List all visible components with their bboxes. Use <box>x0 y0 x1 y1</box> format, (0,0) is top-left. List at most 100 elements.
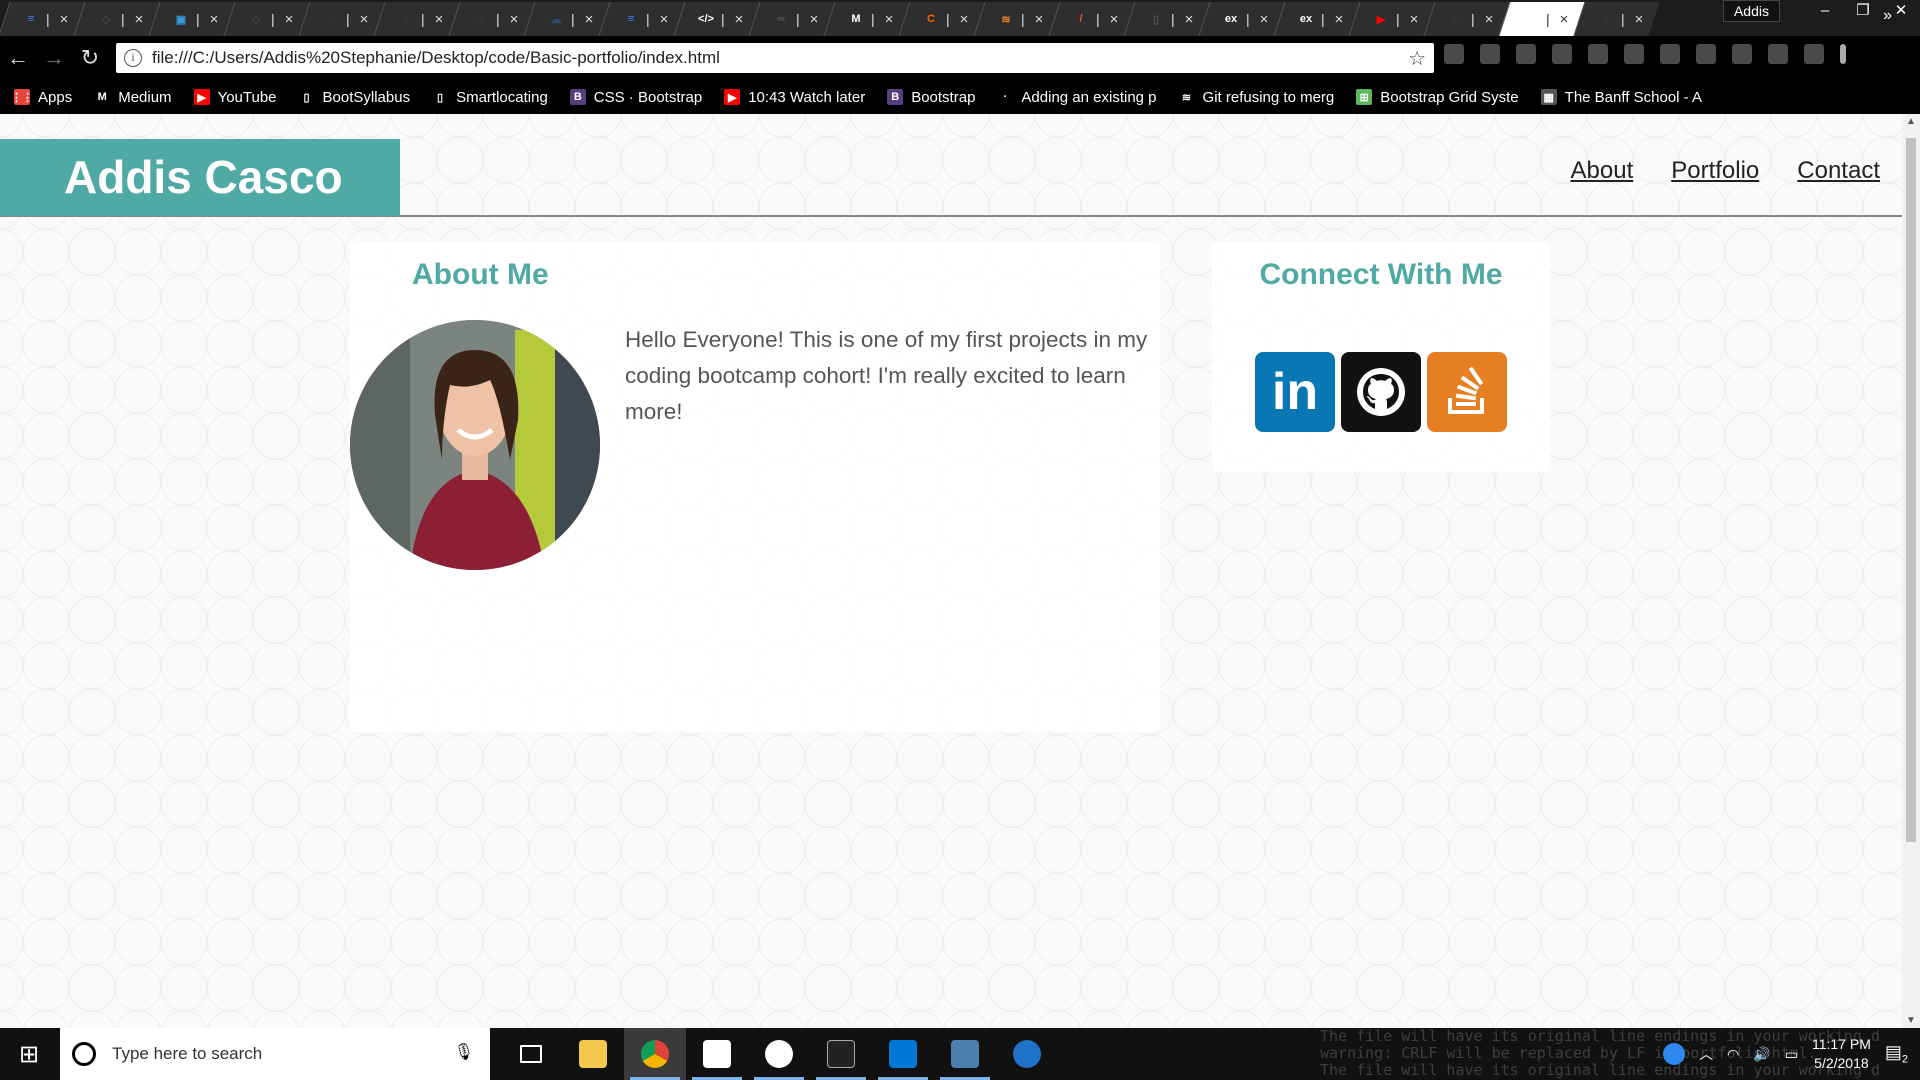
pocket-icon[interactable] <box>1444 44 1464 64</box>
windows-start-icon[interactable]: ⊞ <box>0 1040 58 1069</box>
info-icon[interactable]: i <box>124 49 142 67</box>
tab-close-icon[interactable]: × <box>660 11 669 28</box>
browser-tab[interactable]: ex | × <box>1200 2 1275 36</box>
nav-contact-link[interactable]: Contact <box>1797 157 1880 185</box>
microphone-icon[interactable]: 🎙 <box>454 1042 474 1062</box>
extension-icon[interactable] <box>1624 44 1644 64</box>
browser-tab[interactable]: ∞ | × <box>750 2 825 36</box>
browser-tab[interactable]: M | × <box>825 2 900 36</box>
tab-close-icon[interactable]: × <box>60 11 69 28</box>
tab-close-icon[interactable]: × <box>1335 11 1344 28</box>
browser-tab[interactable]: ◇ | × <box>75 2 150 36</box>
clock[interactable]: 11:17 PM 5/2/2018 <box>1812 1035 1871 1073</box>
bookmark-item[interactable]: M Medium <box>94 89 172 106</box>
nav-portfolio-link[interactable]: Portfolio <box>1671 157 1759 185</box>
chrome-button[interactable] <box>624 1028 686 1080</box>
scroll-down-icon[interactable]: ▼ <box>1906 1015 1916 1026</box>
bookmark-item[interactable]: ⊞ Bootstrap Grid Syste <box>1356 89 1519 106</box>
tab-close-icon[interactable]: × <box>1035 11 1044 28</box>
bookmark-star-icon[interactable]: ☆ <box>1408 46 1426 71</box>
bookmark-item[interactable]: ▶ YouTube <box>193 89 277 106</box>
browser-tab[interactable]: ▣ | × <box>150 2 225 36</box>
reload-icon[interactable]: ↻ <box>72 45 108 71</box>
task-view-button[interactable] <box>500 1028 562 1080</box>
notifications-icon[interactable]: ▤2 <box>1885 1042 1908 1066</box>
browser-tab[interactable]: ● | × <box>300 2 375 36</box>
tab-close-icon[interactable]: × <box>1410 11 1419 28</box>
forward-icon[interactable]: → <box>36 45 72 71</box>
address-bar[interactable]: i file:///C:/Users/Addis%20Stephanie/Des… <box>116 43 1434 73</box>
tab-close-icon[interactable]: × <box>810 11 819 28</box>
tab-close-icon[interactable]: × <box>960 11 969 28</box>
tab-close-icon[interactable]: × <box>210 11 219 28</box>
url-text[interactable]: file:///C:/Users/Addis%20Stephanie/Deskt… <box>152 48 720 68</box>
vscode-button[interactable] <box>872 1028 934 1080</box>
browser-tab[interactable]: ● | × <box>1575 2 1650 36</box>
page-scrollbar[interactable]: ▲ ▼ <box>1902 114 1920 1028</box>
tab-close-icon[interactable]: × <box>585 11 594 28</box>
bookmark-item[interactable]: ⋮⋮ Apps <box>11 89 72 106</box>
bookmark-item[interactable]: ≋ Git refusing to merg <box>1178 89 1334 106</box>
tab-close-icon[interactable]: × <box>435 11 444 28</box>
restore-icon[interactable]: ❐ <box>1844 0 1882 24</box>
extension-icon[interactable] <box>1516 44 1536 64</box>
bookmark-item[interactable]: B CSS · Bootstrap <box>569 89 702 106</box>
tab-close-icon[interactable]: × <box>1260 11 1269 28</box>
browser-tab[interactable]: </> | × <box>675 2 750 36</box>
scrollbar-thumb[interactable] <box>1906 138 1916 842</box>
tab-close-icon[interactable]: × <box>885 11 894 28</box>
extension-icon[interactable] <box>1732 44 1752 64</box>
browser-tab[interactable]: / | × <box>1050 2 1125 36</box>
tab-close-icon[interactable]: × <box>1185 11 1194 28</box>
extension-icon[interactable] <box>1696 44 1716 64</box>
tab-close-icon[interactable]: × <box>735 11 744 28</box>
wifi-icon[interactable]: ◠ <box>1727 1046 1739 1063</box>
tab-close-icon[interactable]: × <box>135 11 144 28</box>
extension-icon[interactable] <box>1480 44 1500 64</box>
extension-icon[interactable] <box>1768 44 1788 64</box>
browser-tab[interactable]: ● | × <box>1425 2 1500 36</box>
tab-close-icon[interactable]: × <box>1635 11 1644 28</box>
bookmark-item[interactable]: ▦ The Banff School - A <box>1540 89 1702 106</box>
nav-about-link[interactable]: About <box>1571 157 1634 185</box>
browser-tab[interactable]: ≡ | × <box>0 2 75 36</box>
chevron-up-icon[interactable]: ︿ <box>1699 1044 1713 1064</box>
mysql-workbench-button[interactable] <box>934 1028 996 1080</box>
tab-close-icon[interactable]: × <box>1110 11 1119 28</box>
volume-icon[interactable]: 🔊 <box>1753 1046 1770 1063</box>
browser-tab[interactable]: ▯ | × <box>1500 2 1575 36</box>
browser-tab[interactable]: ● | × <box>375 2 450 36</box>
linkedin-link[interactable]: in <box>1255 352 1335 432</box>
tab-close-icon[interactable]: × <box>285 11 294 28</box>
battery-icon[interactable]: ▭ <box>1785 1046 1798 1063</box>
close-icon[interactable]: ✕ <box>1882 0 1920 24</box>
browser-tab[interactable]: ☁ | × <box>525 2 600 36</box>
terminal-button[interactable] <box>810 1028 872 1080</box>
stackoverflow-link[interactable] <box>1427 352 1507 432</box>
browser-tab[interactable]: ≋ | × <box>975 2 1050 36</box>
tab-close-icon[interactable]: × <box>360 11 369 28</box>
tab-close-icon[interactable]: × <box>1560 11 1569 28</box>
bookmark-item[interactable]: · Adding an existing p <box>997 89 1157 106</box>
bookmark-item[interactable]: B Bootstrap <box>887 89 975 106</box>
extension-icon[interactable] <box>1804 44 1824 64</box>
minimize-icon[interactable]: – <box>1806 0 1844 24</box>
browser-tab[interactable]: ▶ | × <box>1350 2 1425 36</box>
github-link[interactable] <box>1341 352 1421 432</box>
bookmark-item[interactable]: ▶ 10:43 Watch later <box>724 89 865 106</box>
browser-tab[interactable]: ▯ | × <box>1125 2 1200 36</box>
browser-tab[interactable]: ≡ | × <box>600 2 675 36</box>
browser-tab[interactable]: ● | × <box>450 2 525 36</box>
help-icon[interactable] <box>1663 1043 1686 1065</box>
extension-icon[interactable] <box>1660 44 1680 64</box>
bookmark-item[interactable]: ▯ BootSyllabus <box>298 89 410 106</box>
browser-tab[interactable]: ◇ | × <box>225 2 300 36</box>
slack-button[interactable] <box>748 1028 810 1080</box>
tab-close-icon[interactable]: × <box>1485 11 1494 28</box>
sticky-notes-button[interactable] <box>686 1028 748 1080</box>
tab-close-icon[interactable]: × <box>510 11 519 28</box>
browser-tab[interactable]: C | × <box>900 2 975 36</box>
extension-icon[interactable] <box>1552 44 1572 64</box>
extension-icon[interactable] <box>1588 44 1608 64</box>
scroll-up-icon[interactable]: ▲ <box>1906 116 1916 127</box>
